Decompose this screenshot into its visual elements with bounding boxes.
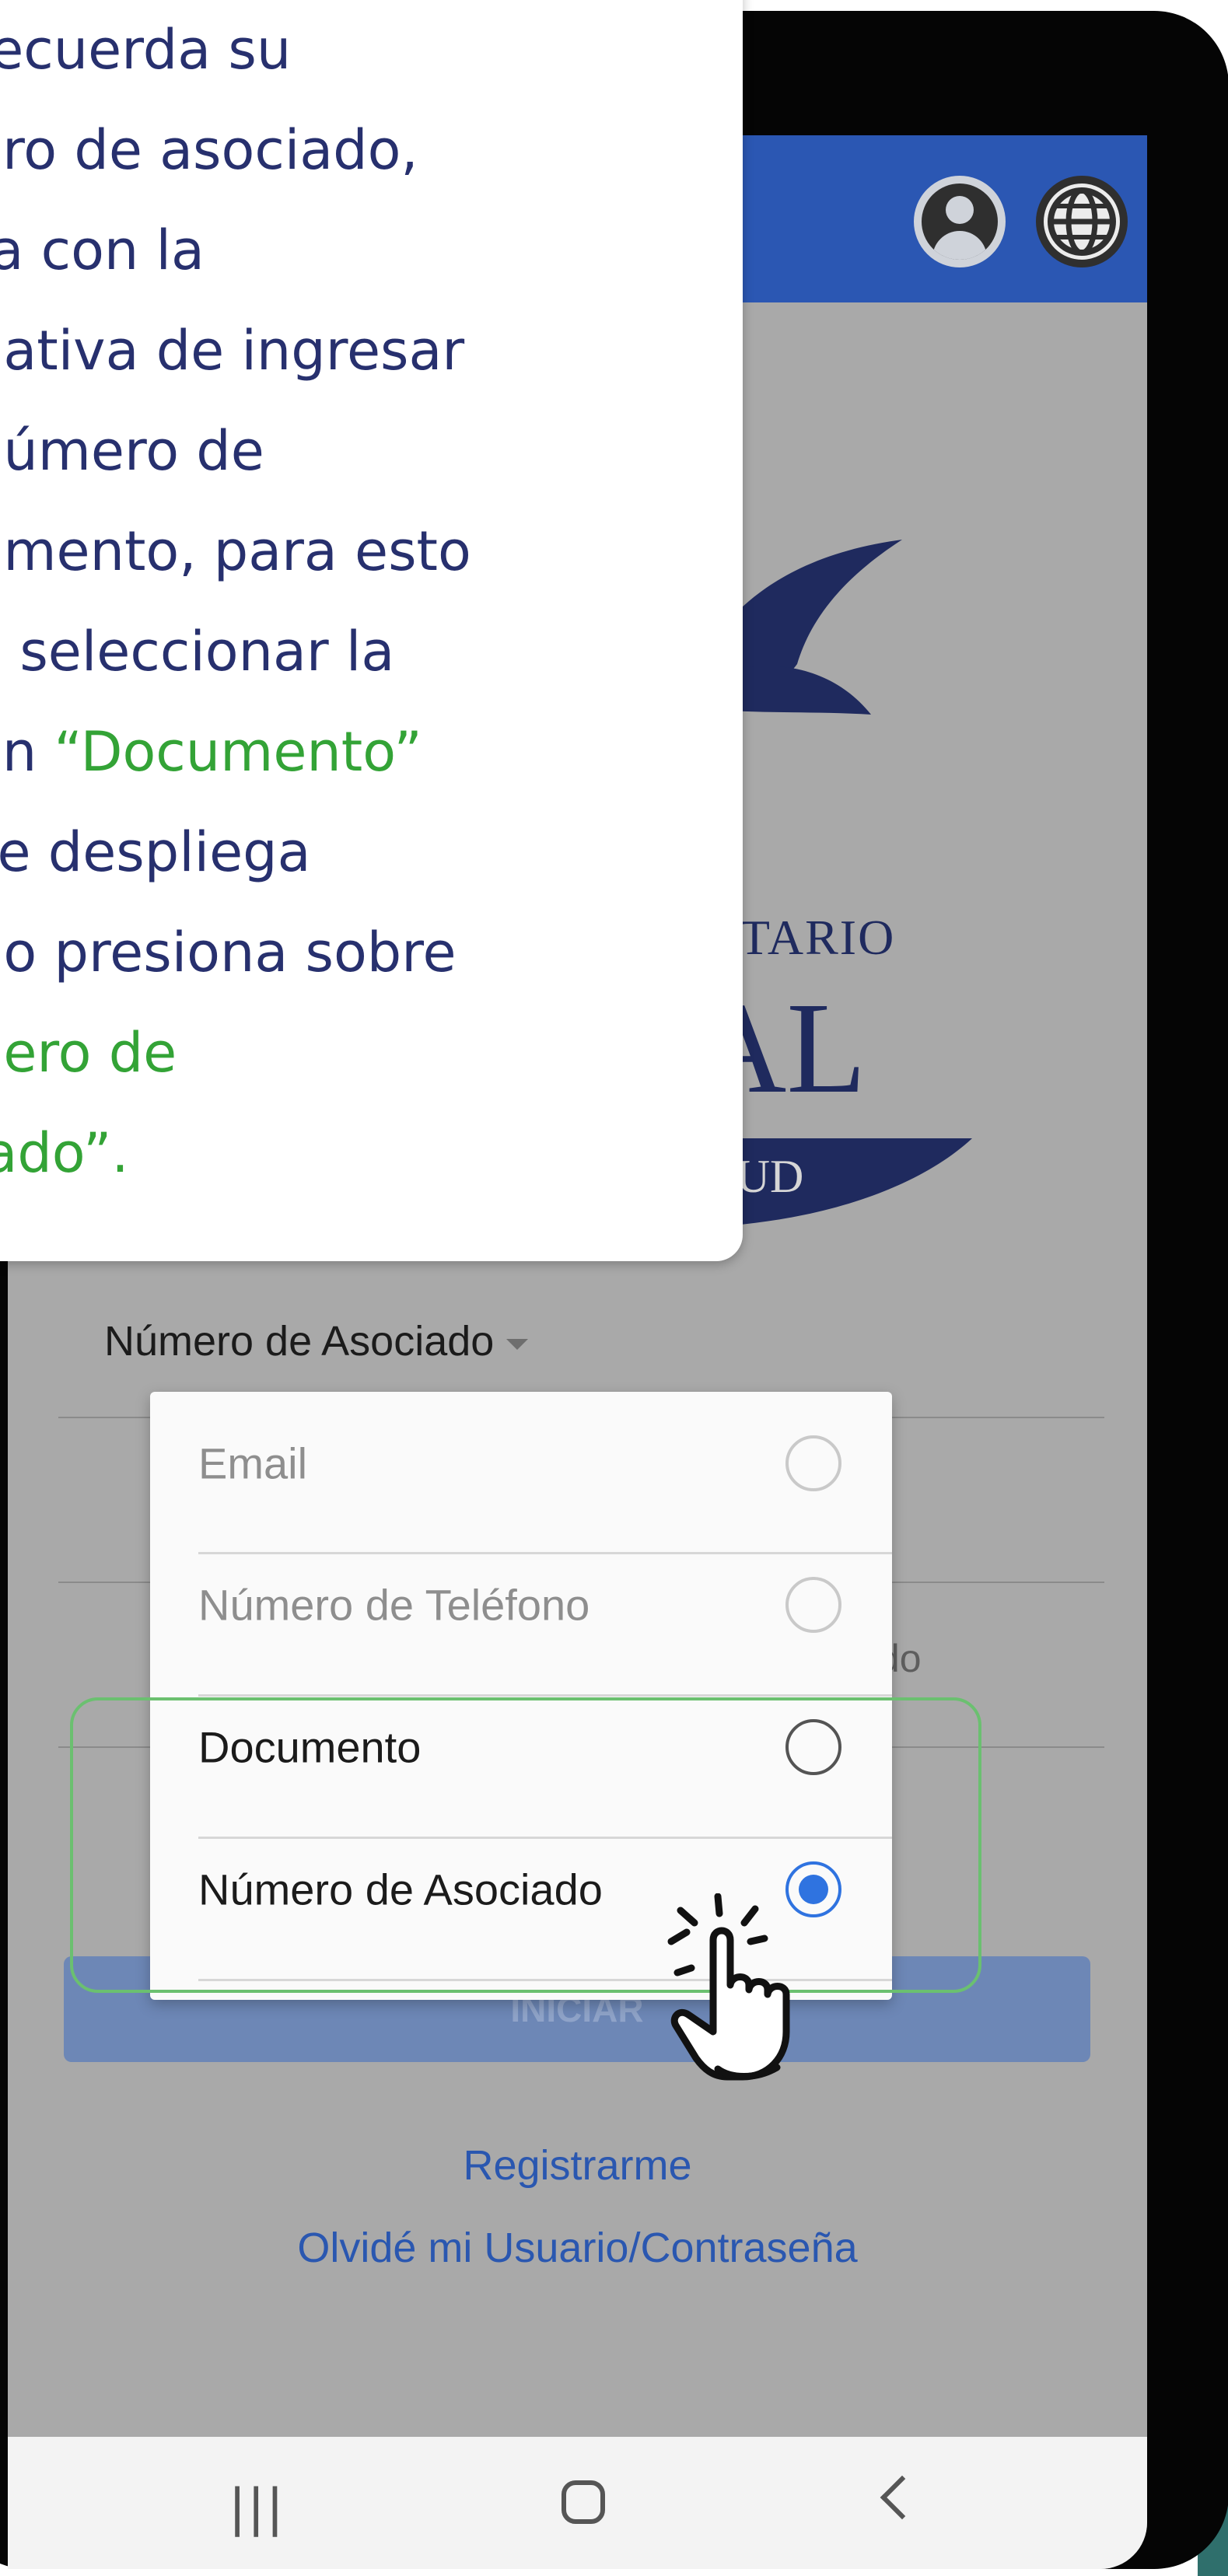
callout-line: ón — [0, 720, 37, 784]
callout-line: ta con la — [0, 218, 205, 282]
identifier-type-selector[interactable]: Número de Asociado — [104, 1317, 529, 1365]
menu-option-phone: Número de Teléfono — [198, 1533, 859, 1676]
home-icon[interactable] — [562, 2480, 605, 2524]
menu-option-email: Email — [198, 1392, 859, 1534]
callout-highlight: “Documento” — [54, 720, 422, 784]
forgot-credentials-link[interactable]: Olvidé mi Usuario/Contraseña — [8, 2224, 1147, 2272]
recents-icon[interactable]: ||| — [230, 2476, 287, 2538]
options-highlight-box — [70, 1697, 981, 1993]
callout-highlight: iado”. — [0, 1121, 129, 1185]
dropdown-caret-icon — [506, 1338, 529, 1350]
callout-line: umento, para esto — [0, 519, 471, 583]
back-icon[interactable] — [880, 2475, 925, 2520]
instruction-callout: recuerda su ero de asociado, ta con la n… — [0, 0, 743, 1261]
register-link[interactable]: Registrarme — [8, 2141, 1147, 2190]
radio-icon — [785, 1576, 841, 1633]
globe-icon[interactable] — [1036, 176, 1128, 267]
menu-option-label: Email — [198, 1438, 308, 1487]
callout-line: recuerda su — [0, 18, 292, 82]
callout-line: nativa de ingresar — [0, 319, 465, 383]
identifier-type-label: Número de Asociado — [104, 1318, 495, 1365]
callout-line: se despliega — [0, 820, 311, 884]
callout-line: do presiona sobre — [0, 921, 457, 984]
system-navigation-bar: ||| — [8, 2437, 1147, 2569]
radio-icon — [785, 1435, 841, 1491]
account-circle-icon[interactable] — [914, 176, 1006, 267]
callout-line: e seleccionar la — [0, 620, 395, 683]
menu-option-label: Número de Teléfono — [198, 1580, 590, 1629]
callout-line: ero de asociado, — [0, 118, 418, 182]
callout-highlight: nero de — [0, 1021, 177, 1085]
callout-line: número de — [0, 419, 264, 483]
pointing-hand-icon — [667, 1893, 790, 2081]
